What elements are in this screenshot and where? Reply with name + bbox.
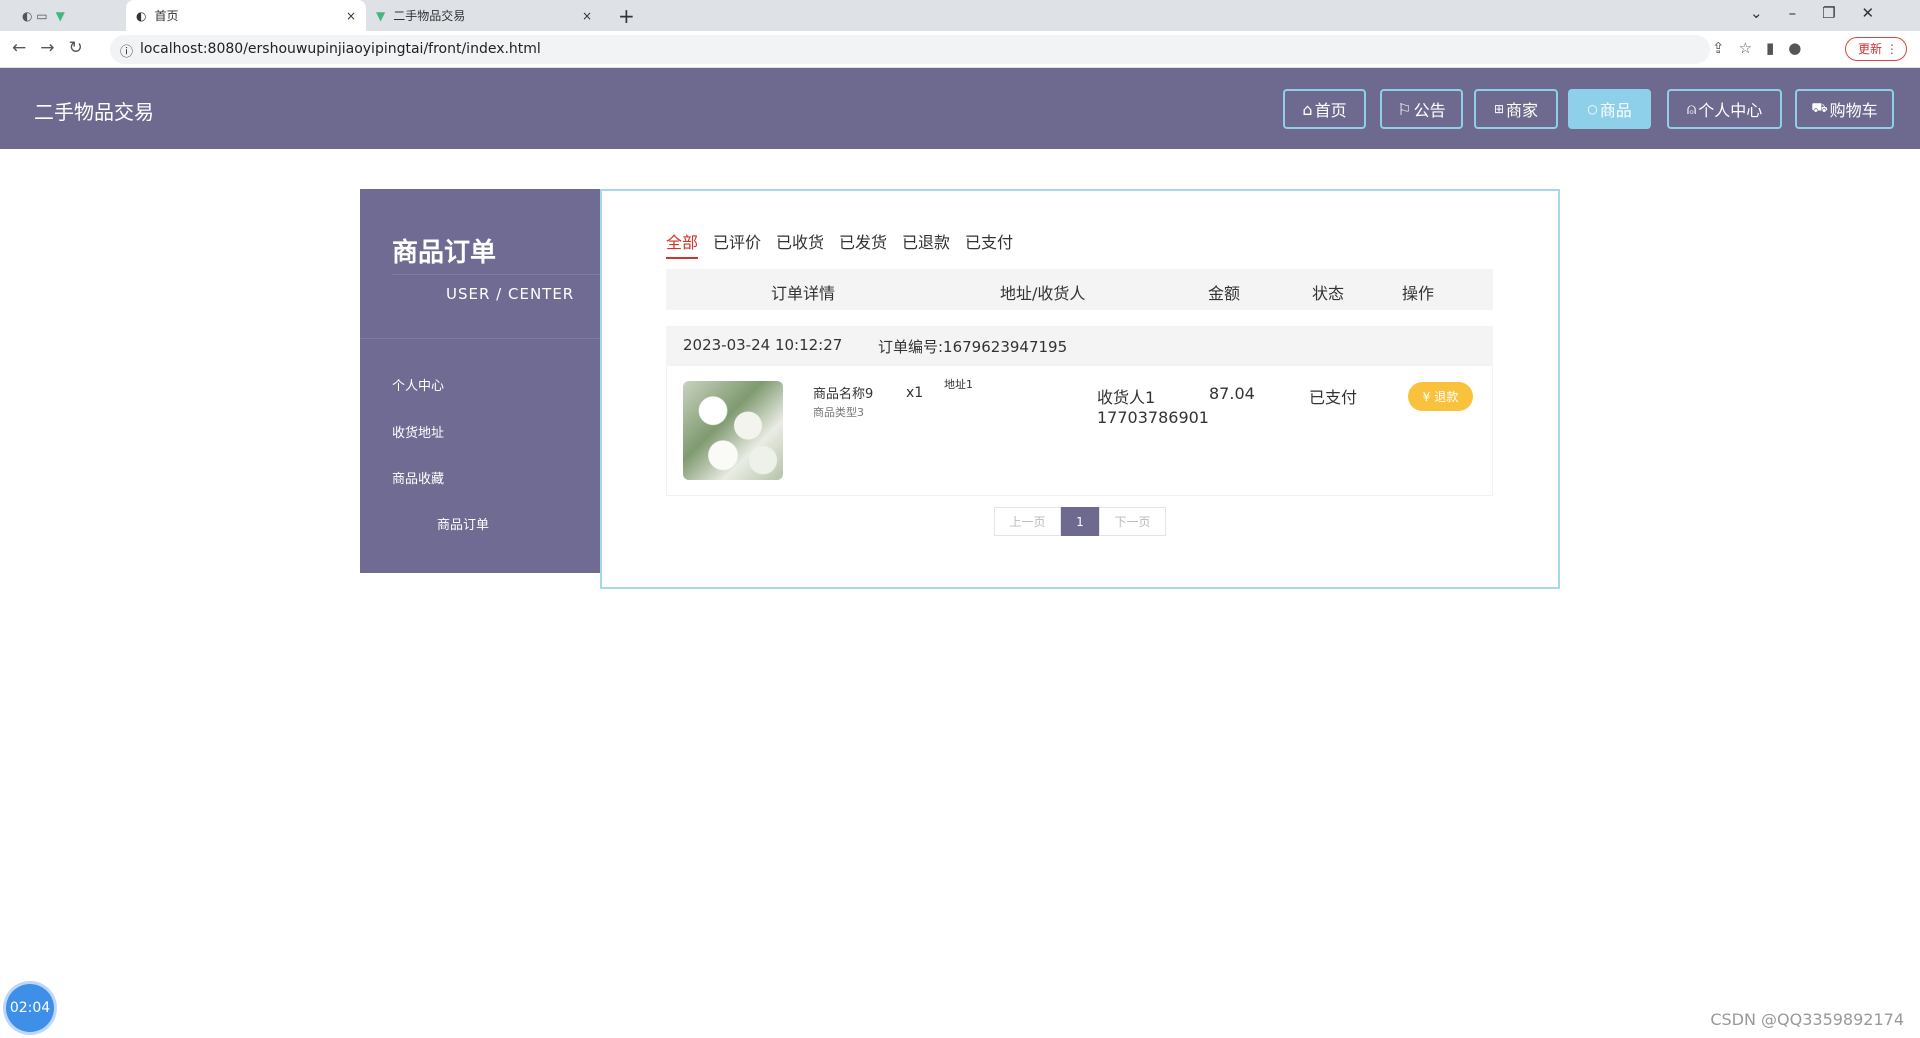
- refund-label: 退款: [1434, 390, 1459, 404]
- prev-page-button[interactable]: 上一页: [994, 507, 1061, 536]
- column-header: 地址/收货人: [1000, 284, 1086, 303]
- nav-home[interactable]: ⌂ 首页: [1283, 89, 1366, 129]
- vue-icon: ▼: [376, 8, 386, 23]
- tab-paid[interactable]: 已支付: [965, 229, 1013, 257]
- nav-label: 商品: [1599, 101, 1632, 120]
- product-image[interactable]: [683, 381, 783, 480]
- nav-label: 购物车: [1829, 101, 1878, 120]
- tab-shipped[interactable]: 已发货: [839, 229, 887, 257]
- sidebar-item-orders[interactable]: 商品订单: [437, 514, 489, 533]
- column-header: 操作: [1402, 284, 1435, 303]
- nav-label: 公告: [1413, 101, 1446, 120]
- page-1-button[interactable]: 1: [1061, 507, 1099, 536]
- flag-icon: ⚐: [1397, 99, 1412, 119]
- home-icon: ⌂: [1302, 99, 1313, 119]
- info-icon[interactable]: ⓘ: [120, 41, 133, 60]
- nav-label: 个人中心: [1698, 101, 1763, 120]
- goods-name: 商品名称9: [813, 387, 874, 402]
- table-header: 订单详情 地址/收货人 金额 状态 操作: [666, 269, 1493, 310]
- divider: [360, 338, 600, 339]
- tab-all[interactable]: 全部: [666, 229, 699, 259]
- order-number: 订单编号:1679623947195: [878, 338, 1068, 356]
- address: 地址1: [944, 378, 973, 391]
- timer-text: 02:04: [9, 1000, 51, 1016]
- table-row: [666, 365, 1493, 496]
- cart-icon: ⛟: [1811, 100, 1828, 116]
- timer-badge[interactable]: 02:04: [6, 984, 54, 1032]
- quantity: x1: [906, 385, 924, 401]
- goods-icon: ○: [1587, 102, 1598, 116]
- tab-reviewed[interactable]: 已评价: [713, 229, 761, 257]
- new-tab-button[interactable]: +: [618, 4, 635, 28]
- nav-label: 商家: [1506, 101, 1539, 120]
- user-icon: ⍝: [1686, 99, 1697, 118]
- sidebar-item-user-center[interactable]: 个人中心: [392, 375, 444, 394]
- globe-icon: ◐: [136, 8, 147, 23]
- goods-type: 商品类型3: [813, 406, 864, 419]
- tab-title: 二手物品交易: [393, 9, 466, 23]
- sidebar-item-favorites[interactable]: 商品收藏: [392, 468, 444, 487]
- next-page-button[interactable]: 下一页: [1099, 507, 1166, 536]
- close-icon[interactable]: ×: [346, 9, 356, 23]
- yen-icon: ¥: [1422, 389, 1431, 404]
- url-input[interactable]: localhost:8080/ershouwupinjiaoyipingtai/…: [110, 35, 1710, 64]
- nav-notice[interactable]: ⚐ 公告: [1380, 89, 1463, 129]
- browser-tab-home[interactable]: ◐ 首页 ×: [126, 0, 366, 31]
- update-label: 更新: [1858, 42, 1883, 56]
- order-header: 2023-03-24 10:12:27 订单编号:1679623947195: [666, 326, 1493, 365]
- order-time: 2023-03-24 10:12:27: [683, 336, 843, 354]
- order-status: 已支付: [1309, 388, 1358, 407]
- close-icon[interactable]: ×: [582, 9, 592, 23]
- sidebar-subtitle: USER / CENTER: [446, 285, 575, 303]
- receiver: 收货人1: [1097, 388, 1156, 407]
- phone: 17703786901: [1097, 408, 1209, 427]
- amount: 87.04: [1209, 384, 1255, 403]
- pinned-tabs[interactable]: ◐ ▭ ▼: [12, 0, 142, 31]
- tab-refunded[interactable]: 已退款: [902, 229, 950, 257]
- nav-merchant[interactable]: ⊞ 商家: [1474, 89, 1558, 129]
- site-title: 二手物品交易: [34, 100, 154, 124]
- gift-icon: ⊞: [1493, 102, 1505, 116]
- refund-button[interactable]: ¥ 退款: [1408, 382, 1473, 411]
- sidebar-item-address[interactable]: 收货地址: [392, 422, 444, 441]
- nav-goods[interactable]: ○ 商品: [1568, 89, 1651, 129]
- nav-user-center[interactable]: ⍝ 个人中心: [1667, 89, 1782, 129]
- tab-received[interactable]: 已收货: [776, 229, 824, 257]
- browser-tab-site[interactable]: ▼ 二手物品交易 ×: [366, 0, 602, 31]
- watermark: CSDN @QQ3359892174: [1710, 1010, 1904, 1029]
- toolbar-icons[interactable]: ⇪☆▮●: [1712, 39, 1815, 57]
- url-text: localhost:8080/ershouwupinjiaoyipingtai/…: [140, 41, 541, 57]
- window-controls[interactable]: ⌄–❐✕: [1750, 4, 1900, 22]
- update-button[interactable]: 更新 ⋮: [1845, 37, 1907, 61]
- nav-label: 首页: [1314, 101, 1347, 120]
- divider: [392, 274, 600, 275]
- sidebar-title: 商品订单: [392, 238, 497, 268]
- column-header: 订单详情: [771, 284, 836, 303]
- nav-cart[interactable]: ⛟ 购物车: [1795, 89, 1894, 129]
- nav-arrows[interactable]: ←→↻: [12, 38, 97, 58]
- column-header: 金额: [1208, 284, 1241, 303]
- tab-title: 首页: [154, 9, 179, 23]
- column-header: 状态: [1312, 284, 1345, 303]
